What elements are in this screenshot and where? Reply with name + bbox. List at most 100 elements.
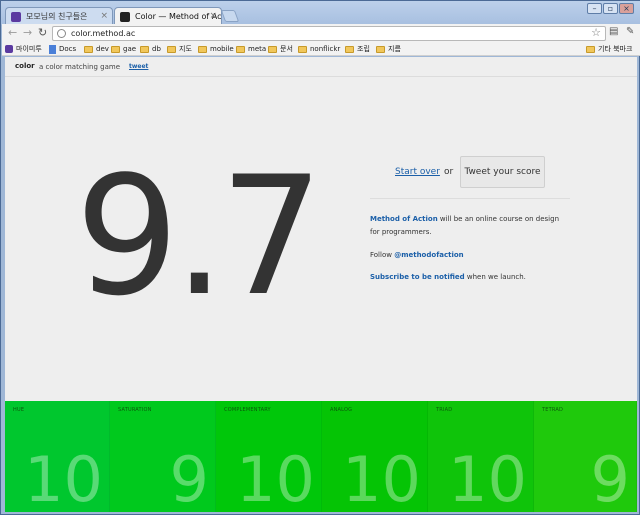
- folder-icon: [345, 45, 354, 53]
- score-category-value: 10: [24, 443, 103, 512]
- total-score: 9.7: [75, 141, 324, 332]
- new-tab-button[interactable]: [220, 10, 240, 22]
- folder-icon: [140, 45, 149, 53]
- forward-icon[interactable]: →: [23, 26, 32, 40]
- method-of-action-link[interactable]: Method of Action: [370, 215, 438, 223]
- subscribe-text: when we launch.: [464, 273, 526, 281]
- maximize-button[interactable]: ▫: [603, 3, 618, 14]
- bookmark-label: db: [152, 45, 161, 53]
- page-content: color a color matching game tweet 9.7 St…: [5, 57, 637, 512]
- follow-prefix: Follow: [370, 251, 395, 259]
- bookmark-item[interactable]: gae: [111, 43, 136, 55]
- favicon-icon: [120, 12, 130, 22]
- twitter-handle-link[interactable]: @methodofaction: [394, 251, 463, 259]
- tab-title: 모모님의 친구들은: [26, 12, 88, 21]
- url-input[interactable]: [71, 27, 581, 40]
- back-icon[interactable]: ←: [8, 26, 17, 40]
- bookmark-label: nonflickr: [310, 45, 341, 53]
- score-category-value: 9: [590, 443, 630, 512]
- folder-icon: [236, 45, 245, 53]
- folder-icon: [167, 45, 176, 53]
- minimize-button[interactable]: –: [587, 3, 602, 14]
- page-icon: [57, 29, 66, 38]
- tab-strip: 모모님의 친구들은 × Color — Method of Action × –…: [1, 1, 640, 25]
- score-category-label: COMPLEMENTARY: [224, 407, 271, 413]
- browser-window: 모모님의 친구들은 × Color — Method of Action × –…: [0, 0, 640, 515]
- score-category-label: TETRAD: [542, 407, 564, 413]
- score-category-value: 10: [236, 443, 315, 512]
- bookmark-label: Docs: [59, 45, 77, 53]
- folder-icon: [111, 45, 120, 53]
- star-icon[interactable]: ☆: [591, 26, 601, 39]
- favicon-icon: [11, 12, 21, 22]
- bookmark-item[interactable]: Docs: [49, 43, 76, 55]
- folder-icon: [586, 45, 595, 53]
- score-cell-saturation: SATURATION 9: [110, 401, 216, 512]
- score-category-label: ANALOG: [330, 407, 353, 413]
- tab-color[interactable]: Color — Method of Action ×: [114, 7, 222, 25]
- bookmark-label: meta: [248, 45, 267, 53]
- score-category-value: 9: [169, 443, 209, 512]
- bookmark-label: gae: [123, 45, 137, 53]
- score-category-label: SATURATION: [118, 407, 152, 413]
- bookmark-item[interactable]: mobile: [198, 43, 234, 55]
- divider: [370, 198, 570, 199]
- tweet-score-button[interactable]: Tweet your score: [460, 156, 545, 188]
- score-cell-complementary: COMPLEMENTARY 10: [216, 401, 322, 512]
- window-close-button[interactable]: ×: [619, 3, 634, 14]
- score-category-label: TRIAD: [436, 407, 453, 413]
- tweet-link[interactable]: tweet: [129, 63, 148, 70]
- score-cell-analog: ANALOG 10: [322, 401, 428, 512]
- score-cell-triad: TRIAD 10: [428, 401, 534, 512]
- site-tagline: a color matching game: [39, 63, 121, 71]
- bookmark-item[interactable]: 지름: [376, 43, 401, 55]
- score-category-value: 10: [448, 443, 527, 512]
- folder-icon: [84, 45, 93, 53]
- close-icon[interactable]: ×: [209, 11, 217, 21]
- address-bar[interactable]: ☆: [52, 26, 606, 41]
- other-bookmarks-label: 기타 북마크: [598, 45, 633, 53]
- score-category-label: HUE: [13, 407, 25, 413]
- bookmark-item[interactable]: 지도: [167, 43, 192, 55]
- subscribe-link[interactable]: Subscribe to be notified: [370, 273, 465, 281]
- reload-icon[interactable]: ↻: [38, 26, 47, 40]
- folder-icon: [198, 45, 207, 53]
- bookmark-label: 지도: [179, 45, 192, 53]
- bookmark-item[interactable]: db: [140, 43, 161, 55]
- bookmark-item[interactable]: dev: [84, 43, 109, 55]
- folder-icon: [376, 45, 385, 53]
- page-menu-icon[interactable]: ▤: [609, 26, 618, 37]
- bookmark-label: dev: [96, 45, 109, 53]
- bookmark-item[interactable]: meta: [236, 43, 266, 55]
- bookmark-item[interactable]: nonflickr: [298, 43, 340, 55]
- score-category-value: 10: [342, 443, 421, 512]
- folder-icon: [298, 45, 307, 53]
- tab-friends[interactable]: 모모님의 친구들은 ×: [5, 7, 113, 25]
- start-over-link[interactable]: Start over: [395, 167, 440, 177]
- course-info: Method of Action will be an online cours…: [370, 213, 570, 239]
- score-breakdown: HUE 10 SATURATION 9 COMPLEMENTARY 10 ANALOG 10 T…: [5, 401, 637, 512]
- site-header: color a color matching game tweet: [5, 57, 637, 77]
- wrench-icon[interactable]: ✎: [626, 26, 634, 37]
- score-cell-tetrad: TETRAD 9: [534, 401, 637, 512]
- other-bookmarks[interactable]: 기타 북마크: [586, 43, 632, 55]
- bookmark-item[interactable]: 조립: [345, 43, 370, 55]
- bookmark-label: 문서: [280, 45, 293, 53]
- bookmark-label: 조립: [357, 45, 370, 53]
- bookmark-icon: [5, 45, 13, 53]
- folder-icon: [268, 45, 277, 53]
- site-brand: color: [15, 62, 35, 70]
- follow-info: Follow @methodofaction: [370, 249, 570, 262]
- bookmark-label: 마이미투: [16, 45, 42, 53]
- subscribe-info: Subscribe to be notified when we launch.: [370, 271, 570, 284]
- bookmark-label: mobile: [210, 45, 234, 53]
- bookmarks-bar: 마이미투 Docs dev gae db 지도 mobile meta 문서 nonflickr 조…: [2, 42, 640, 56]
- bookmark-item[interactable]: 마이미투: [5, 43, 42, 55]
- bookmark-item[interactable]: 문서: [268, 43, 293, 55]
- score-cell-hue: HUE 10: [5, 401, 110, 512]
- toolbar: ← → ↻ ☆ ▤ ✎: [2, 24, 640, 42]
- document-icon: [49, 44, 56, 54]
- bookmark-label: 지름: [388, 45, 401, 53]
- close-icon[interactable]: ×: [100, 11, 108, 21]
- or-text: or: [444, 167, 454, 177]
